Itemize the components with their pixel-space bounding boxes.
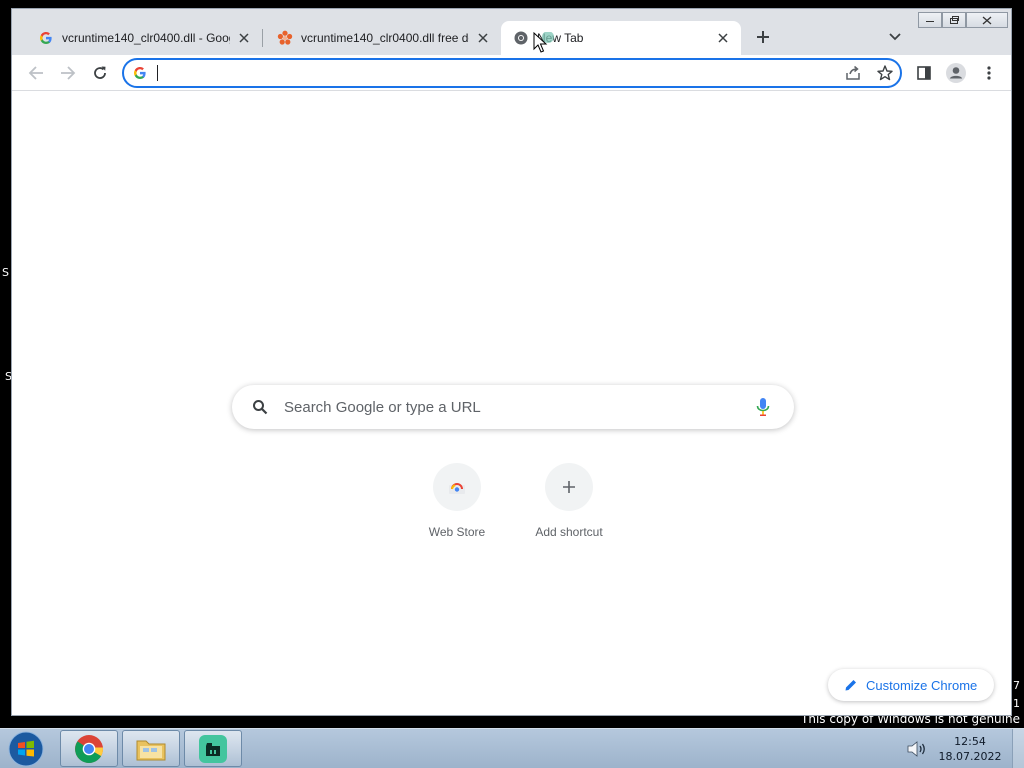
side-panel-button[interactable] [912,61,936,85]
customize-chrome-button[interactable]: Customize Chrome [828,669,994,701]
pencil-icon [845,680,856,691]
volume-icon[interactable] [906,739,928,759]
clock-date: 18.07.2022 [938,750,1002,763]
tab-title: vcruntime140_clr0400.dll free do [301,31,469,45]
desktop-fragment: 1 [1013,697,1020,710]
tab-google-search[interactable]: vcruntime140_clr0400.dll - Googl [26,21,262,55]
shortcut-web-store[interactable]: Web Store [401,463,513,547]
share-icon[interactable] [844,64,862,86]
reload-button[interactable] [88,61,112,85]
tab-dll-download[interactable]: vcruntime140_clr0400.dll free do [265,21,501,55]
show-desktop-button[interactable] [1012,729,1024,768]
profile-button[interactable] [944,61,968,85]
restore-icon [950,15,959,24]
system-clock[interactable]: 12:54 18.07.2022 [934,734,1006,764]
taskbar-app[interactable] [184,730,242,767]
reload-icon [94,66,106,79]
shortcut-label: Web Store [428,525,486,539]
star-icon[interactable] [876,64,894,86]
plus-icon [563,481,575,493]
folder-icon [136,740,166,760]
desktop-icon-label: S [2,266,9,279]
tab-search-button[interactable] [883,25,907,49]
shortcut-icon-container [433,463,481,511]
desktop-fragment: 7 [1013,679,1020,692]
forward-button[interactable] [56,61,80,85]
restore-button[interactable] [942,12,966,28]
close-tab-icon[interactable] [234,28,254,48]
google-g-icon [38,30,54,46]
chrome-icon [513,30,529,46]
menu-button[interactable] [977,61,1001,85]
shortcut-icon-container [545,463,593,511]
taskbar-chrome[interactable] [60,730,118,767]
google-g-icon [133,65,147,84]
taskbar-explorer[interactable] [122,730,180,767]
avatar-icon [946,63,966,83]
microphone-icon[interactable] [756,397,770,421]
side-panel-icon [917,66,931,80]
text-caret [157,65,158,81]
clock-time: 12:54 [954,735,986,748]
tab-title: New Tab [537,31,584,45]
app-icon [199,734,227,763]
taskbar: 12:54 18.07.2022 [0,728,1024,768]
tab-strip: vcruntime140_clr0400.dll - Googl vcrunti… [12,9,1011,55]
dll-site-icon [277,30,293,46]
mouse-cursor-icon [533,32,554,53]
minimize-button[interactable] [918,12,942,28]
start-button[interactable] [4,731,48,767]
address-input[interactable] [156,65,836,81]
customize-label: Customize Chrome [866,677,978,693]
close-tab-icon[interactable] [473,28,493,48]
new-tab-page: Search Google or type a URL Web Store Ad… [12,91,1011,715]
omnibox[interactable] [122,58,902,88]
new-tab-button[interactable] [751,25,775,49]
chrome-icon [75,734,103,763]
chevron-down-icon [889,33,901,41]
close-icon [982,16,992,24]
more-vert-icon [987,66,991,80]
arrow-left-icon [28,66,43,80]
close-tab-icon[interactable] [713,28,733,48]
tab-title: vcruntime140_clr0400.dll - Googl [62,31,230,45]
back-button[interactable] [24,61,48,85]
plus-icon [757,31,769,43]
web-store-icon [449,483,465,494]
chrome-window: vcruntime140_clr0400.dll - Googl vcrunti… [11,8,1012,716]
search-placeholder: Search Google or type a URL [284,399,481,416]
minimize-icon [926,21,934,22]
windows-logo-icon [8,731,44,767]
shortcut-add[interactable]: Add shortcut [513,463,625,547]
tab-separator [262,29,263,47]
toolbar [12,55,1011,91]
ntp-search-box[interactable]: Search Google or type a URL [232,385,794,429]
close-window-button[interactable] [966,12,1008,28]
shortcut-label: Add shortcut [535,525,603,539]
search-icon [252,399,268,419]
arrow-right-icon [61,66,76,80]
